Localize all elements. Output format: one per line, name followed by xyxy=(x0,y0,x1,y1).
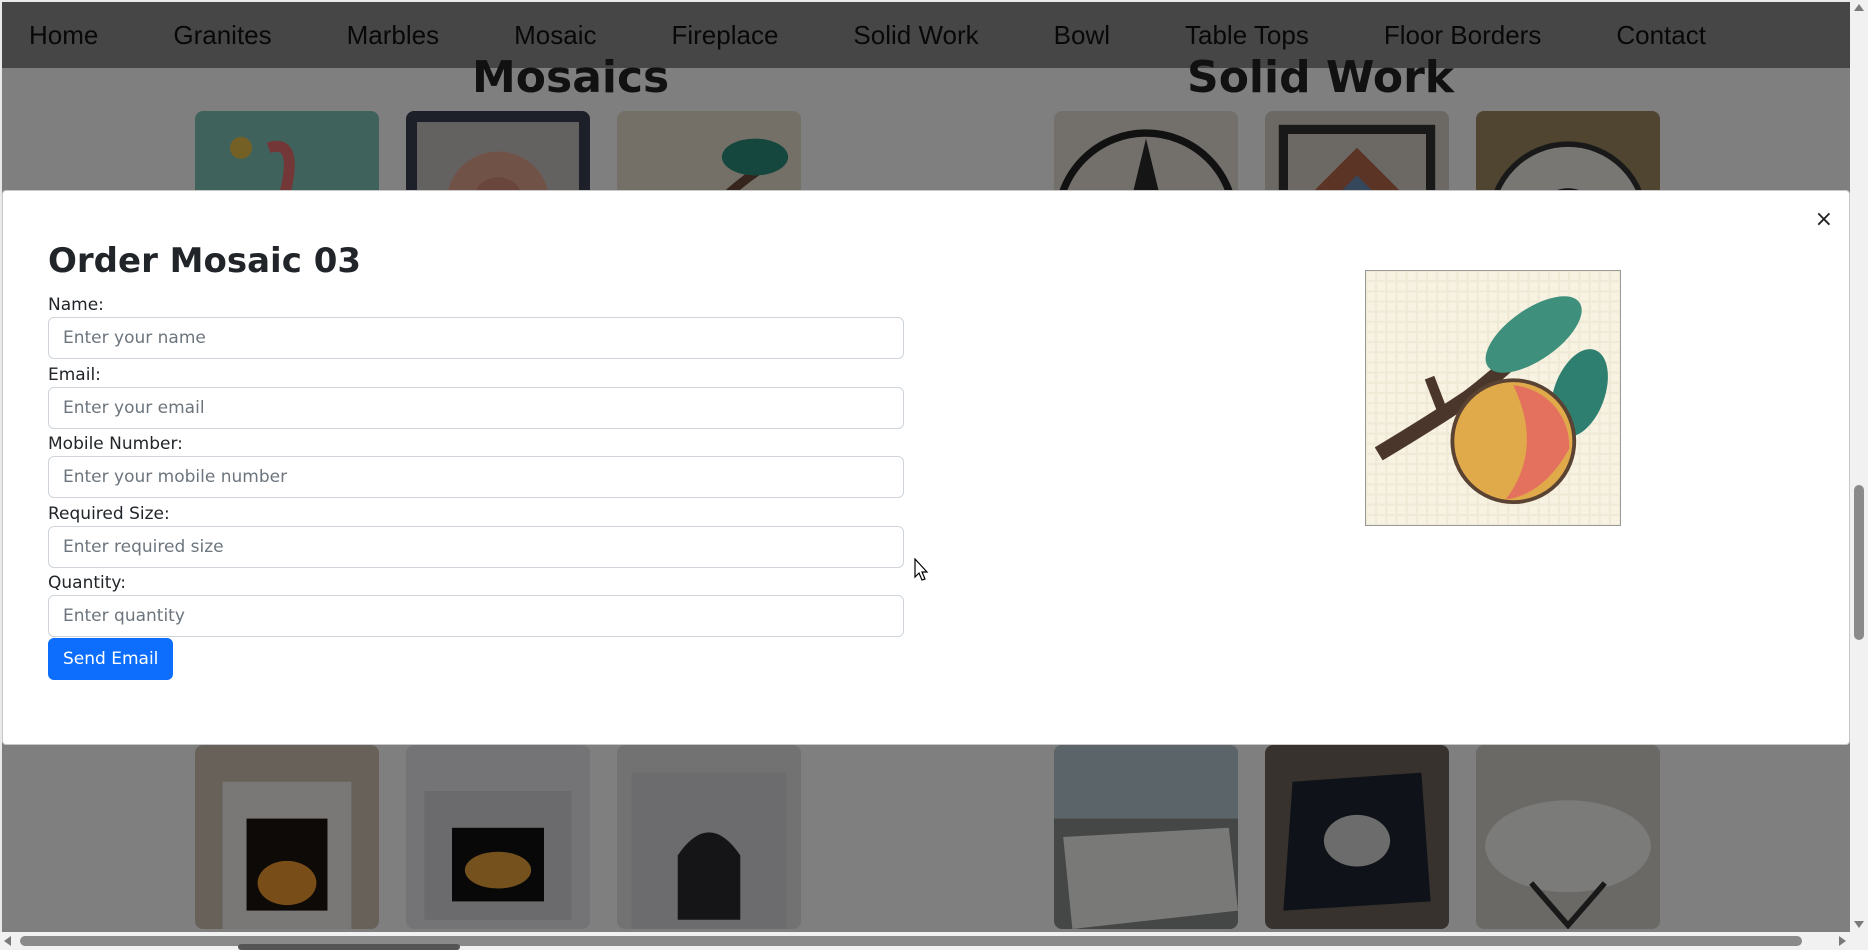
mobile-number-input[interactable] xyxy=(48,456,904,498)
email-input[interactable] xyxy=(48,387,904,429)
modal-title: Order Mosaic 03 xyxy=(48,241,362,281)
scroll-left-icon[interactable] xyxy=(4,936,11,946)
name-input[interactable] xyxy=(48,317,904,359)
page-scroll-indicator xyxy=(238,944,460,950)
quantity-label: Quantity: xyxy=(48,573,126,593)
send-email-button[interactable]: Send Email xyxy=(48,638,174,680)
vertical-scrollbar[interactable] xyxy=(1850,0,1868,932)
vertical-scroll-thumb[interactable] xyxy=(1854,485,1864,640)
page: Home Granites Marbles Mosaic Fireplace S… xyxy=(2,2,1850,932)
horizontal-scrollbar[interactable] xyxy=(0,932,1868,950)
mosaic-fruit-image xyxy=(1366,271,1620,525)
name-label: Name: xyxy=(48,295,104,315)
close-icon[interactable]: × xyxy=(1815,209,1833,231)
mobile-number-label: Mobile Number: xyxy=(48,434,183,454)
email-label: Email: xyxy=(48,365,101,385)
mouse-cursor-icon xyxy=(914,558,929,581)
required-size-input[interactable] xyxy=(48,526,904,568)
scroll-right-icon[interactable] xyxy=(1839,936,1846,946)
product-image xyxy=(1365,270,1621,526)
order-modal: × Order Mosaic 03 Name: Email: Mobile Nu… xyxy=(2,190,1850,745)
quantity-input[interactable] xyxy=(48,595,904,637)
required-size-label: Required Size: xyxy=(48,504,170,524)
scroll-up-icon[interactable] xyxy=(1854,4,1864,11)
scroll-down-icon[interactable] xyxy=(1854,921,1864,928)
